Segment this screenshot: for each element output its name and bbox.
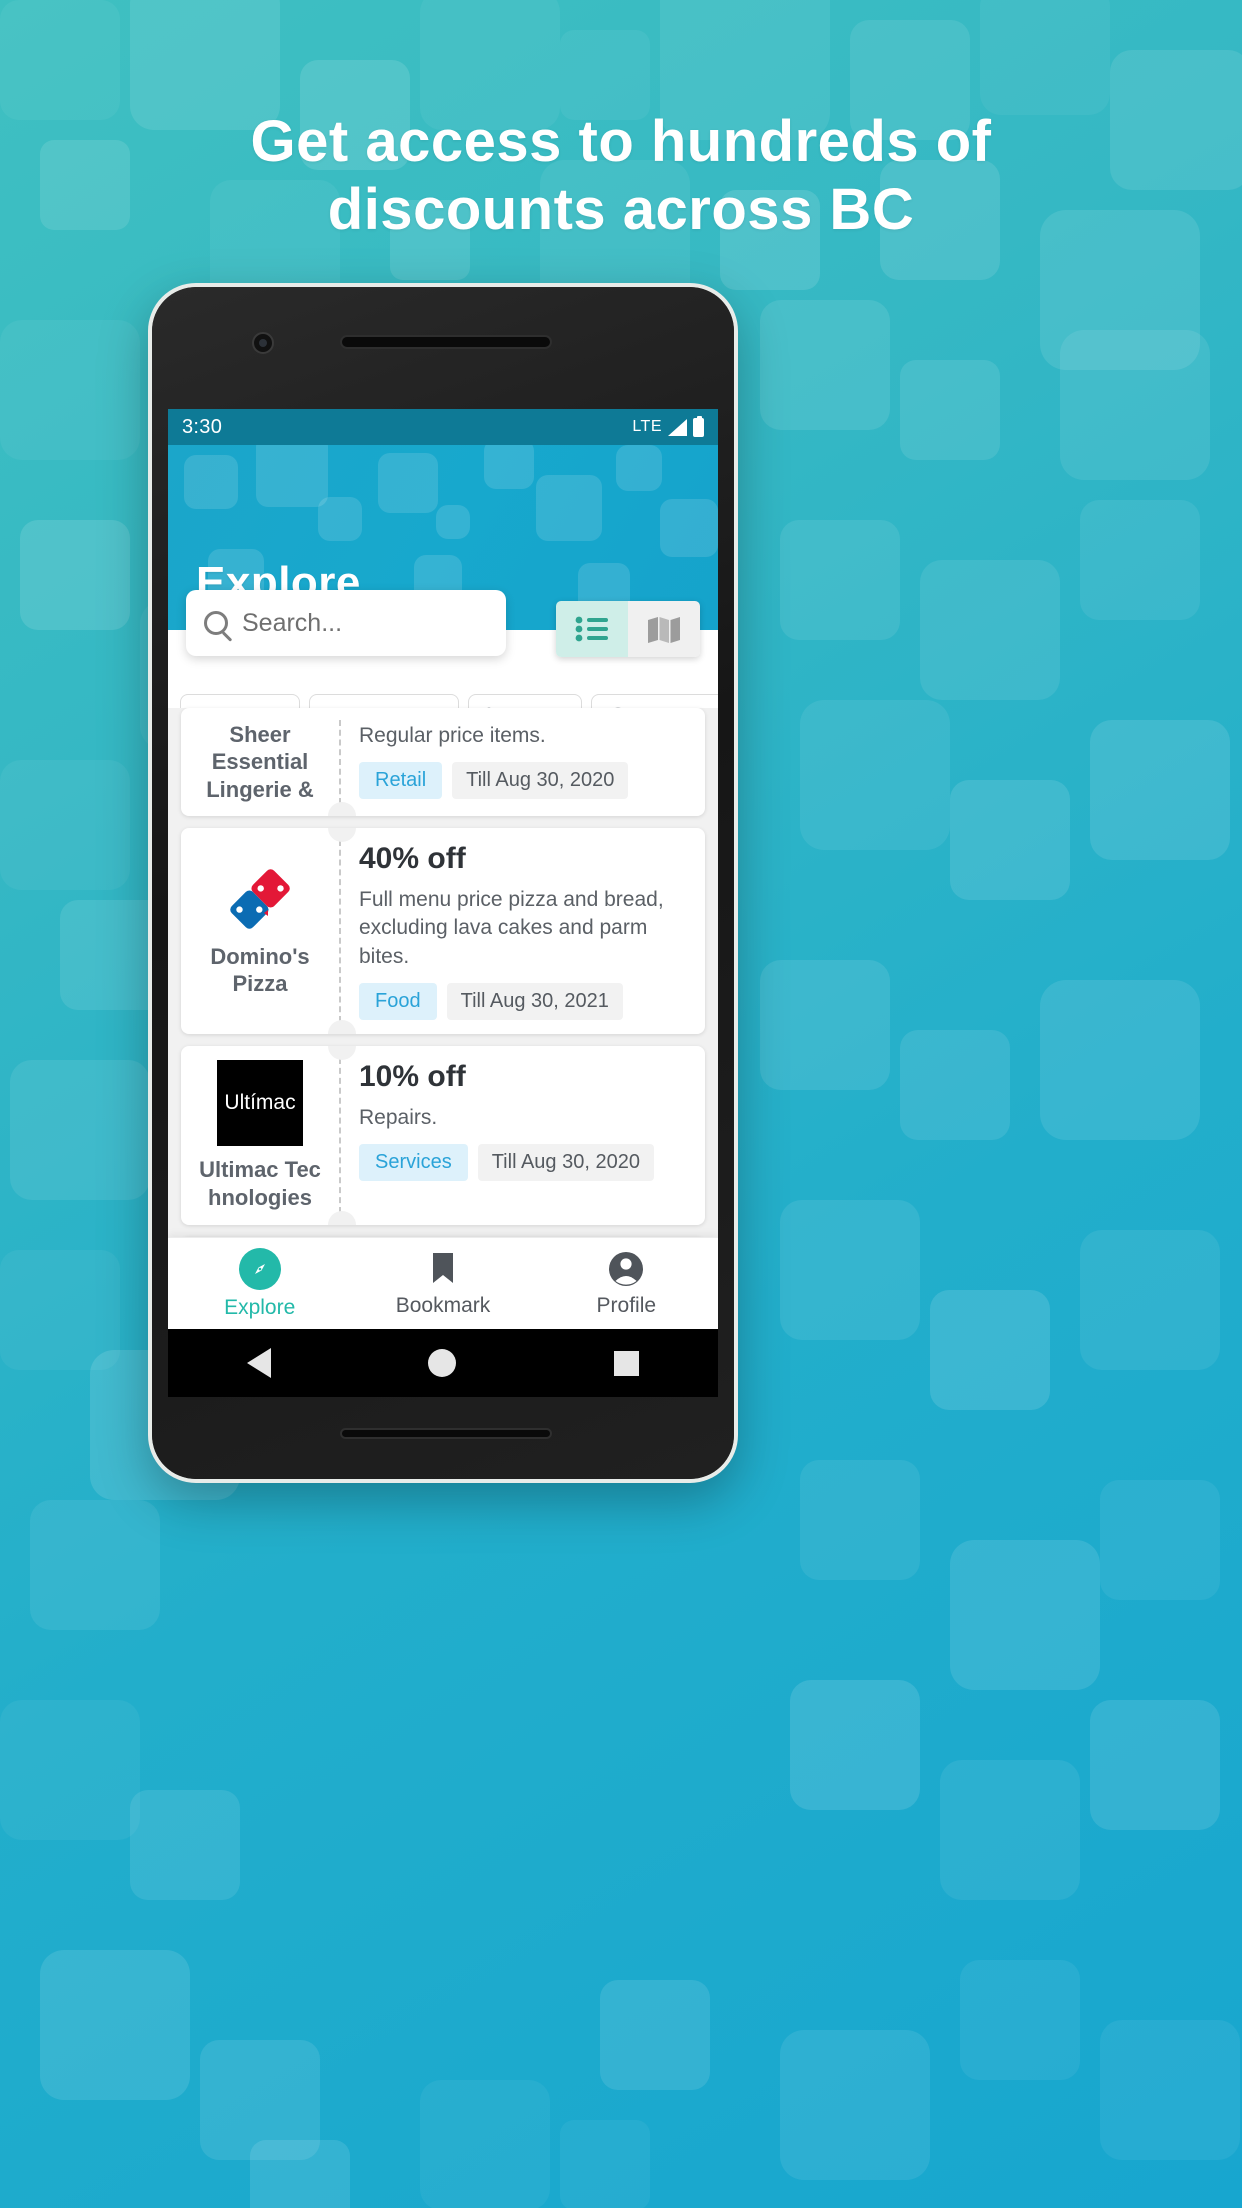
bottom-speaker xyxy=(340,1428,552,1439)
compass-icon xyxy=(238,1247,281,1290)
deal-badges: Services Till Aug 30, 2020 xyxy=(359,1144,689,1182)
phone-screen: 3:30 LTE Explore Search... Sheer Essenti… xyxy=(168,409,718,1329)
nav-item-bookmark[interactable]: Bookmark xyxy=(351,1238,534,1329)
status-time: 3:30 xyxy=(182,415,223,438)
nav-label: Explore xyxy=(224,1295,296,1319)
search-input[interactable]: Search... xyxy=(186,590,506,656)
back-triangle-icon[interactable] xyxy=(246,1348,271,1378)
front-camera-icon xyxy=(252,332,274,354)
status-bar: 3:30 LTE xyxy=(168,409,718,445)
lte-label: LTE xyxy=(632,418,662,435)
expiry-badge: Till Aug 30, 2020 xyxy=(452,762,629,800)
nav-label: Bookmark xyxy=(395,1293,491,1317)
search-icon xyxy=(204,611,228,635)
home-circle-icon[interactable] xyxy=(428,1349,457,1377)
deal-list: Sheer Essential Lingerie & Regular price… xyxy=(168,708,718,1264)
headline-line-1: Get access to hundreds of xyxy=(250,109,992,174)
deal-merchant-block: Domino's Pizza xyxy=(181,828,339,1034)
android-navigation-bar xyxy=(168,1329,718,1397)
status-badge: Retail xyxy=(359,762,443,800)
view-toggle-group[interactable] xyxy=(556,601,700,657)
deal-title: 40% off xyxy=(359,842,466,875)
bottom-navigation: Explore Bookmark Profile xyxy=(168,1237,718,1329)
map-view-icon[interactable] xyxy=(628,601,700,657)
battery-full-icon xyxy=(693,415,704,437)
signal-triangle-icon xyxy=(668,418,687,436)
deal-merchant-block: Sheer Essential Lingerie & xyxy=(181,708,339,816)
deal-badges: Food Till Aug 30, 2021 xyxy=(359,983,689,1021)
nav-item-profile[interactable]: Profile xyxy=(535,1238,718,1329)
deal-description: Repairs. xyxy=(359,1106,438,1130)
deal-card[interactable]: Domino's Pizza 40% off Full menu price p… xyxy=(181,828,705,1035)
status-indicators: LTE xyxy=(632,415,704,437)
status-badge: Food xyxy=(359,983,437,1021)
status-badge: Services xyxy=(359,1144,468,1182)
person-circle-icon xyxy=(609,1251,644,1286)
expiry-badge: Till Aug 30, 2020 xyxy=(477,1144,654,1182)
deal-detail-block: 40% off Full menu price pizza and bread,… xyxy=(341,828,705,1034)
deal-description: Regular price items. xyxy=(359,724,546,747)
bookmark-icon xyxy=(432,1252,453,1283)
list-view-icon[interactable] xyxy=(556,601,628,657)
headline-line-2: discounts across BC xyxy=(327,177,915,243)
deal-description: Full menu price pizza and bread, excludi… xyxy=(359,888,664,968)
deal-card[interactable]: Ultímac Ultimac Tec hnologies 10% off Re… xyxy=(181,1046,705,1226)
merchant-name: Domino's Pizza xyxy=(210,943,310,997)
nav-item-explore[interactable]: Explore xyxy=(168,1238,351,1329)
search-placeholder: Search... xyxy=(242,608,343,637)
merchant-name: Ultimac Tec hnologies xyxy=(199,1157,321,1210)
deal-detail-block: 10% off Repairs. Services Till Aug 30, 2… xyxy=(341,1046,705,1225)
promo-headline: Get access to hundreds of discounts acro… xyxy=(0,108,1242,245)
recents-square-icon[interactable] xyxy=(614,1350,640,1376)
merchant-name: Sheer Essential Lingerie & xyxy=(206,721,314,802)
ultimac-logo: Ultímac xyxy=(217,1060,303,1147)
expiry-badge: Till Aug 30, 2021 xyxy=(446,983,623,1021)
deal-merchant-block: Ultímac Ultimac Tec hnologies xyxy=(181,1046,339,1225)
deal-detail-block: Regular price items. Retail Till Aug 30,… xyxy=(341,708,705,816)
dominos-logo xyxy=(230,868,290,929)
search-row: Search... xyxy=(168,590,718,686)
deal-card[interactable]: Sheer Essential Lingerie & Regular price… xyxy=(181,708,705,816)
deal-title: 10% off xyxy=(359,1060,466,1094)
phone-mockup: 3:30 LTE Explore Search... Sheer Essenti… xyxy=(148,283,738,1483)
earpiece-speaker xyxy=(340,335,552,349)
deal-badges: Retail Till Aug 30, 2020 xyxy=(359,762,689,800)
nav-label: Profile xyxy=(596,1293,657,1317)
